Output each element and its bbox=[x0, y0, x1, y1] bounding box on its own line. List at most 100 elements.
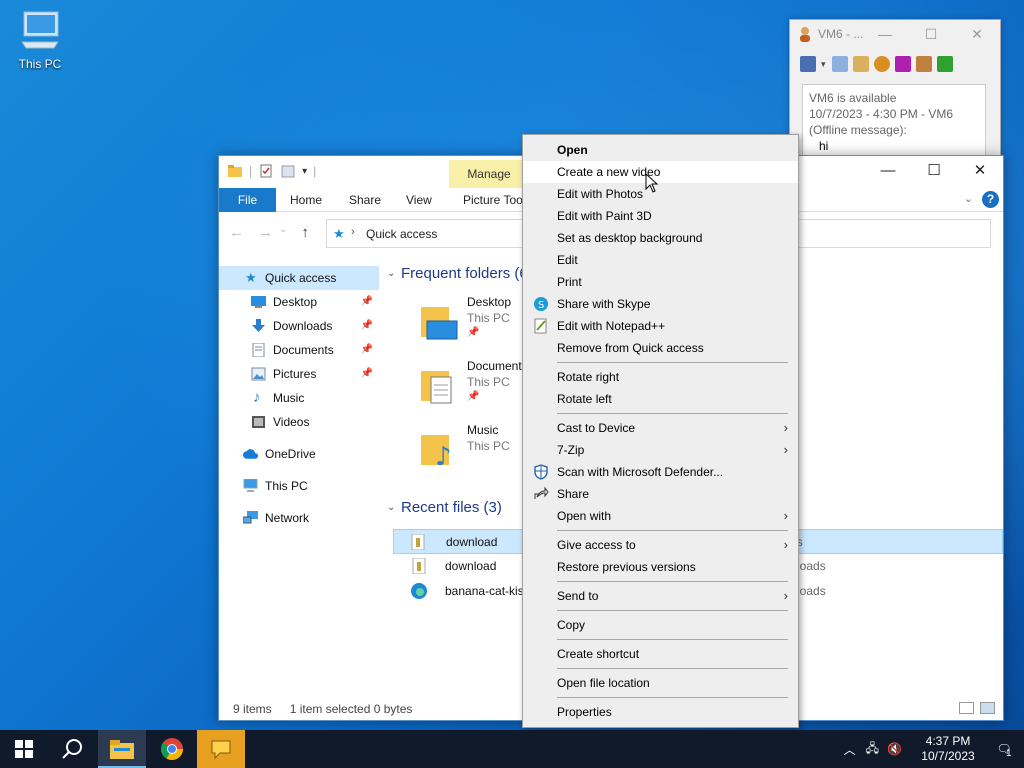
file-name: banana-cat-kis bbox=[445, 584, 524, 598]
tab-picture-tools[interactable]: Picture Tool bbox=[463, 188, 525, 212]
file-icon[interactable] bbox=[853, 56, 869, 72]
sidebar-item-label: Downloads bbox=[273, 319, 333, 333]
up-icon[interactable]: ↑ bbox=[301, 224, 309, 241]
recent-locations-icon[interactable]: ⌄ bbox=[279, 224, 287, 241]
menu-item-remove-from-quick-access[interactable]: Remove from Quick access bbox=[523, 337, 798, 359]
file-path: loads bbox=[797, 584, 826, 598]
sidebar-item-downloads[interactable]: Downloads 📌 bbox=[219, 314, 379, 338]
chat-window[interactable]: VM6 - ... — ☐ ✕ ▾ VM6 is available 10/7/… bbox=[789, 19, 1001, 160]
tab-share[interactable]: Share bbox=[349, 188, 381, 212]
folder-icon[interactable] bbox=[227, 163, 243, 179]
taskbar-file-explorer[interactable] bbox=[98, 730, 146, 768]
menu-item-open[interactable]: Open bbox=[523, 139, 798, 161]
sidebar-item-onedrive[interactable]: OneDrive bbox=[219, 442, 379, 466]
menu-item-restore-previous-versions[interactable]: Restore previous versions bbox=[523, 556, 798, 578]
tab-home[interactable]: Home bbox=[290, 188, 322, 212]
sidebar-item-this-pc[interactable]: This PC bbox=[219, 474, 379, 498]
settings-icon[interactable] bbox=[874, 56, 890, 72]
menu-item-send-to[interactable]: Send to › bbox=[523, 585, 798, 607]
new-folder-icon[interactable] bbox=[280, 163, 296, 179]
chat-message: VM6 is available bbox=[809, 91, 897, 105]
taskbar-chrome[interactable] bbox=[148, 730, 196, 768]
help-icon[interactable]: ? bbox=[982, 191, 999, 208]
format-icon[interactable] bbox=[800, 56, 816, 72]
sidebar-item-desktop[interactable]: Desktop 📌 bbox=[219, 290, 379, 314]
chevron-down-icon[interactable]: ▾ bbox=[302, 166, 307, 177]
folder-name: Document bbox=[467, 359, 522, 373]
menu-item-open-file-location[interactable]: Open file location bbox=[523, 672, 798, 694]
tab-manage[interactable]: Manage bbox=[449, 160, 529, 188]
menu-item-rotate-left[interactable]: Rotate left bbox=[523, 388, 798, 410]
start-button[interactable] bbox=[0, 730, 48, 768]
sidebar-item-quick-access[interactable]: ★ Quick access bbox=[219, 266, 379, 290]
large-icons-view-icon[interactable] bbox=[980, 702, 995, 714]
menu-item-create-shortcut[interactable]: Create shortcut bbox=[523, 643, 798, 665]
pin-icon: 📌 bbox=[360, 344, 373, 355]
menu-item-set-as-desktop-background[interactable]: Set as desktop background bbox=[523, 227, 798, 249]
contacts-icon[interactable] bbox=[916, 56, 932, 72]
edge-icon bbox=[411, 583, 427, 599]
menu-item-cast-to-device[interactable]: Cast to Device › bbox=[523, 417, 798, 439]
sidebar-item-pictures[interactable]: Pictures 📌 bbox=[219, 362, 379, 386]
details-view-icon[interactable] bbox=[959, 702, 974, 714]
tab-file[interactable]: File bbox=[219, 188, 276, 212]
minimize-button[interactable]: — bbox=[865, 156, 911, 186]
menu-item-properties[interactable]: Properties bbox=[523, 701, 798, 723]
menu-item-scan-with-microsoft-defender[interactable]: Scan with Microsoft Defender... bbox=[523, 461, 798, 483]
breadcrumb: Quick access bbox=[366, 227, 438, 241]
menu-item-open-with[interactable]: Open with › bbox=[523, 505, 798, 527]
maximize-button[interactable]: ☐ bbox=[911, 156, 957, 186]
sidebar-item-videos[interactable]: Videos bbox=[219, 410, 379, 434]
properties-icon[interactable] bbox=[258, 163, 274, 179]
sidebar-item-network[interactable]: Network bbox=[219, 506, 379, 530]
volume-muted-icon[interactable]: 🔇 bbox=[887, 742, 902, 756]
history-icon[interactable] bbox=[832, 56, 848, 72]
chat-minimize-button[interactable]: — bbox=[862, 20, 908, 48]
sidebar-item-label: Music bbox=[273, 391, 305, 405]
network-tray-icon[interactable]: 🖧 bbox=[866, 739, 879, 760]
menu-item-label: Create shortcut bbox=[557, 647, 640, 661]
video-icon[interactable] bbox=[895, 56, 911, 72]
expand-ribbon-icon[interactable]: ⌄ bbox=[964, 192, 973, 205]
menu-item-edit[interactable]: Edit bbox=[523, 249, 798, 271]
chat-close-button[interactable]: ✕ bbox=[954, 20, 1000, 48]
menu-item-label: Edit with Photos bbox=[557, 187, 644, 201]
menu-item-label: Give access to bbox=[557, 538, 636, 552]
chevron-down-icon[interactable]: ▾ bbox=[821, 56, 827, 72]
chevron-up-icon[interactable]: ︿ bbox=[844, 741, 856, 758]
menu-item-copy[interactable]: Copy bbox=[523, 614, 798, 636]
menu-item-edit-with-notepad[interactable]: Edit with Notepad++ bbox=[523, 315, 798, 337]
star-icon: ★ bbox=[333, 226, 345, 241]
desktop-icon bbox=[251, 296, 266, 308]
clock[interactable]: 4:37 PM 10/7/2023 bbox=[912, 734, 984, 764]
exit-icon[interactable] bbox=[937, 56, 953, 72]
menu-item-print[interactable]: Print bbox=[523, 271, 798, 293]
forward-icon[interactable]: → bbox=[258, 224, 273, 241]
menu-item-edit-with-paint-3d[interactable]: Edit with Paint 3D bbox=[523, 205, 798, 227]
close-button[interactable]: ✕ bbox=[957, 156, 1003, 186]
pin-icon: 📌 bbox=[360, 368, 373, 379]
menu-item-share-with-skype[interactable]: S Share with Skype bbox=[523, 293, 798, 315]
desktop-icon-this-pc[interactable]: This PC bbox=[12, 8, 68, 71]
menu-separator bbox=[523, 359, 798, 366]
user-icon bbox=[800, 27, 810, 42]
menu-item-create-a-new-video[interactable]: Create a new video bbox=[523, 161, 798, 183]
menu-item-edit-with-photos[interactable]: Edit with Photos bbox=[523, 183, 798, 205]
sidebar-item-music[interactable]: ♪ Music bbox=[219, 386, 379, 410]
chat-maximize-button[interactable]: ☐ bbox=[908, 20, 954, 48]
chat-message: 10/7/2023 - 4:30 PM - VM6 bbox=[809, 107, 954, 121]
chevron-right-icon: › bbox=[783, 442, 788, 457]
chevron-right-icon: › bbox=[783, 508, 788, 523]
menu-item-rotate-right[interactable]: Rotate right bbox=[523, 366, 798, 388]
selection-info: 1 item selected 0 bytes bbox=[289, 702, 413, 716]
tab-view[interactable]: View bbox=[406, 188, 432, 212]
menu-separator bbox=[523, 578, 798, 585]
menu-item-share[interactable]: Share bbox=[523, 483, 798, 505]
search-button[interactable] bbox=[48, 730, 96, 768]
menu-item-give-access-to[interactable]: Give access to › bbox=[523, 534, 798, 556]
notification-center-button[interactable]: 🗨 1 bbox=[984, 742, 1024, 759]
menu-item-7-zip[interactable]: 7-Zip › bbox=[523, 439, 798, 461]
sidebar-item-documents[interactable]: Documents 📌 bbox=[219, 338, 379, 362]
back-icon[interactable]: ← bbox=[229, 224, 244, 241]
taskbar-chat-app[interactable] bbox=[197, 730, 245, 768]
